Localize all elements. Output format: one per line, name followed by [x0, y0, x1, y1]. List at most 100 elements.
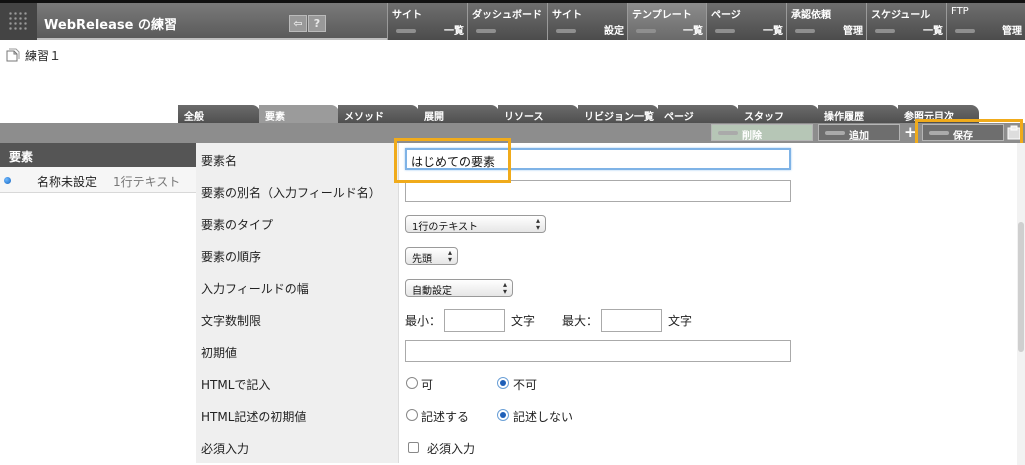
- nav-indicator: [636, 29, 656, 33]
- initial-value-cell: [399, 335, 1017, 367]
- char-limit-label: 文字数制限: [196, 303, 399, 335]
- top-bar: WebRelease の練習 ⇦ ? サイト 一覧 ダッシュボード サイト 設定…: [0, 0, 1025, 40]
- element-order-label: 要素の順序: [196, 239, 399, 271]
- nav-indicator: [715, 29, 735, 33]
- tab-expand[interactable]: 展開: [418, 105, 499, 125]
- max-label: 最大：: [562, 314, 599, 328]
- site-title: WebRelease の練習: [44, 18, 177, 33]
- html-initial-no-radio[interactable]: [497, 409, 509, 421]
- nav-indicator: [556, 29, 576, 33]
- tab-bar: 全般 要素 メソッド 展開 リソース リビジョン一覧 ページ スタッフ 操作履歴…: [0, 105, 1025, 127]
- nav-sub: 一覧: [444, 26, 464, 37]
- element-alias-input[interactable]: [405, 180, 791, 202]
- min-chars-input[interactable]: [444, 309, 505, 332]
- element-alias-label: 要素の別名（入力フィールド名）: [196, 175, 399, 207]
- row-html-initial: HTML記述の初期値 記述する 記述しない: [196, 399, 1017, 431]
- nav-label: 承認依頼: [791, 10, 831, 21]
- grid-logo-icon: [8, 11, 29, 32]
- help-button[interactable]: ?: [308, 15, 326, 32]
- row-element-order: 要素の順序 先頭 ▴ ▾: [196, 239, 1017, 271]
- html-entry-cell: 可 不可: [399, 367, 1017, 399]
- sidebar-item-type: 1行テキスト: [113, 175, 181, 189]
- sidebar-item[interactable]: 名称未設定 1行テキスト: [0, 167, 196, 193]
- nav-label: テンプレート: [632, 10, 692, 21]
- tab-resources[interactable]: リソース: [498, 105, 579, 125]
- select-arrows-icon: ▴ ▾: [502, 280, 507, 296]
- nav-label: スケジュール: [871, 10, 931, 21]
- html-entry-label: HTMLで記入: [196, 367, 399, 399]
- delete-label: 削除: [742, 131, 762, 142]
- row-element-name: 要素名 はじめての要素: [196, 143, 1017, 175]
- nav-indicator: [875, 29, 895, 33]
- required-checkbox-label: 必須入力: [427, 442, 476, 456]
- toolbar: 削除 追加 + 保存: [0, 123, 1025, 143]
- bullet-icon: [4, 177, 11, 184]
- nav-site-list[interactable]: サイト 一覧: [387, 3, 467, 40]
- nav-label: サイト: [552, 10, 582, 21]
- element-sidebar: 要素 名称未設定 1行テキスト: [0, 143, 196, 465]
- sidebar-title: 要素: [0, 143, 196, 167]
- nav-label: FTP: [951, 6, 969, 17]
- html-initial-label: HTML記述の初期値: [196, 399, 399, 431]
- app-logo[interactable]: [0, 3, 37, 40]
- nav-sub: 一覧: [763, 26, 783, 37]
- button-indicator: [825, 131, 845, 135]
- row-field-width: 入力フィールドの幅 自動設定 ▴ ▾: [196, 271, 1017, 303]
- element-type-cell: 1行のテキスト ▴ ▾: [399, 207, 1017, 239]
- back-icon[interactable]: ⇦: [289, 15, 307, 32]
- html-allow-radio[interactable]: [406, 377, 418, 389]
- max-unit-label: 文字: [668, 314, 693, 328]
- row-element-type: 要素のタイプ 1行のテキスト ▴ ▾: [196, 207, 1017, 239]
- add-label: 追加: [849, 131, 869, 142]
- row-initial-value: 初期値: [196, 335, 1017, 367]
- scrollbar-thumb[interactable]: [1018, 222, 1024, 352]
- min-label: 最小：: [405, 314, 442, 328]
- char-limit-cell: 最小： 文字 最大： 文字: [399, 303, 1017, 335]
- nav-sub: 設定: [604, 26, 624, 37]
- nav-label: サイト: [392, 10, 422, 21]
- tab-revisions[interactable]: リビジョン一覧: [578, 105, 659, 125]
- row-char-limit: 文字数制限 最小： 文字 最大： 文字: [196, 303, 1017, 335]
- required-checkbox[interactable]: [408, 442, 419, 453]
- initial-value-input[interactable]: [405, 340, 791, 362]
- add-button[interactable]: 追加: [818, 124, 900, 142]
- nav-sub: 管理: [1002, 26, 1022, 37]
- initial-value-label: 初期値: [196, 335, 399, 367]
- delete-button[interactable]: 削除: [711, 124, 813, 142]
- row-element-alias: 要素の別名（入力フィールド名）: [196, 175, 1017, 207]
- nav-template-list[interactable]: テンプレート 一覧: [627, 3, 706, 40]
- name-highlight: [394, 138, 511, 183]
- nav-schedule[interactable]: スケジュール 一覧: [866, 3, 946, 40]
- tab-general[interactable]: 全般: [178, 105, 260, 125]
- tab-history[interactable]: 操作履歴: [818, 105, 899, 125]
- max-chars-input[interactable]: [601, 309, 662, 332]
- nav-approval[interactable]: 承認依頼 管理: [786, 3, 866, 40]
- element-type-value: 1行のテキスト: [412, 222, 479, 233]
- nav-indicator: [396, 29, 416, 33]
- html-deny-radio[interactable]: [497, 377, 509, 389]
- html-initial-yes-label: 記述する: [421, 410, 470, 424]
- select-arrows-icon: ▴ ▾: [447, 248, 452, 264]
- element-type-select[interactable]: 1行のテキスト ▴ ▾: [405, 215, 546, 233]
- element-order-select[interactable]: 先頭 ▴ ▾: [405, 247, 458, 265]
- nav-dashboard[interactable]: ダッシュボード: [467, 3, 547, 40]
- breadcrumb-label: 練習１: [25, 49, 62, 63]
- nav-label: ページ: [711, 10, 741, 21]
- nav-site-settings[interactable]: サイト 設定: [547, 3, 627, 40]
- html-initial-yes-radio[interactable]: [406, 409, 418, 421]
- nav-indicator: [955, 29, 975, 33]
- html-initial-no-label: 記述しない: [513, 410, 574, 424]
- tab-methods[interactable]: メソッド: [338, 105, 419, 125]
- field-width-select[interactable]: 自動設定 ▴ ▾: [405, 279, 513, 297]
- nav-ftp[interactable]: FTP 管理: [946, 3, 1025, 40]
- element-order-cell: 先頭 ▴ ▾: [399, 239, 1017, 271]
- tab-staff[interactable]: スタッフ: [738, 105, 819, 125]
- nav-sub: 一覧: [923, 26, 943, 37]
- nav-sub: 一覧: [683, 26, 703, 37]
- field-width-label: 入力フィールドの幅: [196, 271, 399, 303]
- nav-sub: 管理: [843, 26, 863, 37]
- html-initial-cell: 記述する 記述しない: [399, 399, 1017, 431]
- tab-pages[interactable]: ページ: [658, 105, 739, 125]
- template-icon: [6, 48, 20, 62]
- nav-page-list[interactable]: ページ 一覧: [706, 3, 786, 40]
